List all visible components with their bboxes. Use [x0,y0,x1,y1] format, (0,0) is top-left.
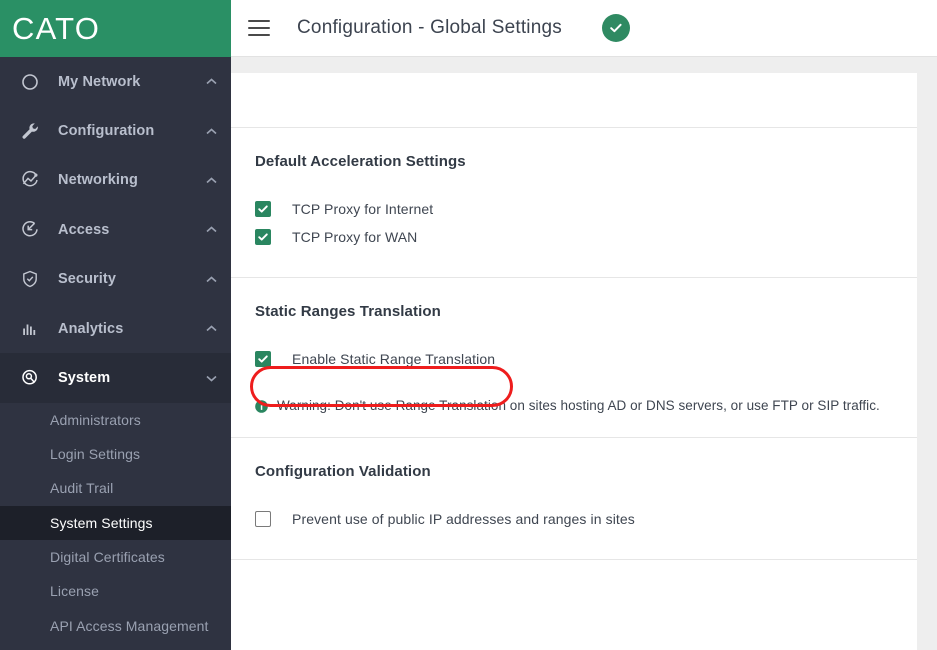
sidebar-item-label: Networking [58,172,138,189]
content-scroll-area[interactable]: Default Acceleration Settings TCP Proxy … [231,57,937,650]
sidebar-item-label: System [58,370,111,387]
top-bar: Configuration - Global Settings [231,0,937,57]
checkbox-row-tcp-proxy-internet[interactable]: TCP Proxy for Internet [255,197,893,221]
section-configuration-validation: Configuration Validation Prevent use of … [231,438,917,560]
section-title: Static Ranges Translation [255,303,441,320]
sidebar-item-configuration[interactable]: Configuration [0,106,231,155]
sidebar-subitem-license[interactable]: License [0,574,231,608]
sidebar-subitem-administrators[interactable]: Administrators [0,403,231,437]
sidebar-subitem-digital-certificates[interactable]: Digital Certificates [0,540,231,574]
warning-text: Warning: Don't use Range Translation on … [277,398,880,413]
sidebar-item-analytics[interactable]: Analytics [0,304,231,353]
sidebar-subitem-label: Login Settings [50,446,141,463]
main-region: Configuration - Global Settings Default … [231,0,937,650]
chevron-up-icon[interactable] [205,323,217,335]
system-icon [18,366,42,390]
checkbox-label: Prevent use of public IP addresses and r… [292,511,635,527]
chevron-up-icon[interactable] [205,174,217,186]
brand-logo[interactable]: CATO [0,0,231,57]
sidebar-item-networking[interactable]: Networking [0,156,231,205]
chevron-down-icon[interactable] [205,372,217,384]
sidebar-subitem-api-access-management[interactable]: API Access Management [0,609,231,643]
sidebar: CATO My Network Configuration Networking… [0,0,231,650]
sidebar-subitem-label: Digital Certificates [50,549,165,566]
sidebar-item-security[interactable]: Security [0,255,231,304]
sidebar-item-label: My Network [58,73,141,90]
checkbox-label: TCP Proxy for WAN [292,229,418,245]
checkbox-enable-static-range-translation[interactable] [255,351,271,367]
checkbox-row-enable-static-range-translation[interactable]: Enable Static Range Translation [255,347,893,371]
chevron-up-icon[interactable] [205,125,217,137]
chevron-up-icon[interactable] [205,273,217,285]
sidebar-subitem-label: License [50,583,99,600]
checkbox-label: Enable Static Range Translation [292,351,496,367]
sidebar-subitem-label: API Access Management [50,617,209,634]
sidebar-item-label: Configuration [58,123,155,140]
checkbox-row-tcp-proxy-wan[interactable]: TCP Proxy for WAN [255,225,893,249]
wrench-icon [18,119,42,143]
sidebar-subitem-audit-trail[interactable]: Audit Trail [0,471,231,505]
sidebar-subitem-system-settings[interactable]: System Settings [0,505,231,540]
sidebar-subitem-label: Administrators [50,411,141,428]
card-header-spacer [231,73,917,128]
circle-icon [18,70,42,94]
access-arrow-icon [18,218,42,242]
sidebar-item-label: Security [58,271,117,288]
checkbox-tcp-proxy-internet[interactable] [255,201,271,217]
section-title: Configuration Validation [255,463,431,480]
warning-message: Warning: Don't use Range Translation on … [255,398,893,413]
sidebar-subitem-label: Audit Trail [50,480,114,497]
brand-logo-text: CATO [12,11,101,46]
settings-card: Default Acceleration Settings TCP Proxy … [231,73,917,650]
chevron-up-icon[interactable] [205,76,217,88]
checkbox-label: TCP Proxy for Internet [292,201,434,217]
page-title: Configuration - Global Settings [297,17,562,38]
info-icon [255,400,268,413]
sidebar-subitem-label: System Settings [50,514,153,531]
sidebar-item-system[interactable]: System [0,353,231,403]
sidebar-item-my-network[interactable]: My Network [0,57,231,106]
check-circle-icon [608,20,624,36]
checkbox-row-prevent-public-ip[interactable]: Prevent use of public IP addresses and r… [255,507,893,531]
bar-chart-icon [18,317,42,341]
checkbox-tcp-proxy-wan[interactable] [255,229,271,245]
section-title: Default Acceleration Settings [255,153,466,170]
sidebar-item-label: Analytics [58,320,124,337]
checkbox-prevent-public-ip[interactable] [255,511,271,527]
hamburger-icon[interactable] [248,20,270,36]
sidebar-item-label: Access [58,221,110,238]
section-default-acceleration-settings: Default Acceleration Settings TCP Proxy … [231,128,917,278]
chevron-up-icon[interactable] [205,224,217,236]
sidebar-nav: My Network Configuration Networking Acce… [0,57,231,643]
application-window: CATO My Network Configuration Networking… [0,0,937,650]
status-badge[interactable] [601,14,630,42]
section-static-ranges-translation: Static Ranges Translation Enable Static … [231,278,917,438]
network-icon [18,168,42,192]
shield-check-icon [18,267,42,291]
sidebar-subitem-login-settings[interactable]: Login Settings [0,437,231,471]
sidebar-item-access[interactable]: Access [0,205,231,254]
